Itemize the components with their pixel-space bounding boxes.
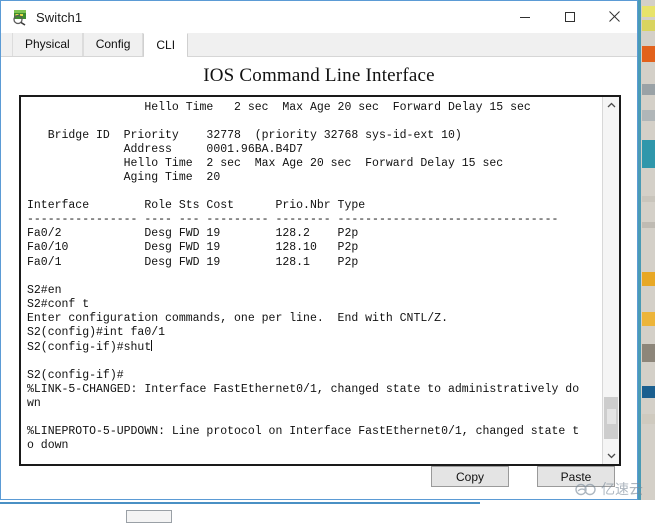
terminal-output[interactable]: Hello Time 2 sec Max Age 20 sec Forward … <box>21 97 602 464</box>
bg-icon-3 <box>642 46 655 62</box>
tab-cli[interactable]: CLI <box>143 33 189 57</box>
switch-cli-window: Switch1 Physical Config CLI IOS Command … <box>0 0 638 500</box>
terminal-text-after-cursor: S2(config-if)# %LINK-5-CHANGED: Interfac… <box>27 368 580 453</box>
terminal-text-before-cursor: Hello Time 2 sec Max Age 20 sec Forward … <box>27 101 559 354</box>
window-controls <box>502 1 637 33</box>
maximize-icon[interactable] <box>547 1 592 32</box>
scrollbar-thumb-highlight <box>607 409 616 424</box>
tab-config[interactable]: Config <box>82 33 144 56</box>
window-titlebar[interactable]: Switch1 <box>1 1 637 33</box>
bg-icon-13 <box>642 414 655 424</box>
tab-bar: Physical Config CLI <box>1 33 637 57</box>
terminal-scrollbar[interactable] <box>602 97 619 464</box>
tab-strip-filler <box>188 33 637 56</box>
bg-icon-2 <box>642 20 655 31</box>
watermark: 亿速云 <box>575 479 643 499</box>
window-bottom-accent <box>0 502 480 504</box>
bg-icon-1 <box>642 6 655 17</box>
switch-device-icon <box>11 8 29 26</box>
copy-button[interactable]: Copy <box>431 466 509 487</box>
bg-icon-6 <box>642 140 655 168</box>
bg-icon-12 <box>642 386 655 398</box>
bg-icon-11 <box>642 344 655 362</box>
minimize-icon[interactable] <box>502 1 547 32</box>
bg-icon-4 <box>642 84 655 95</box>
window-title: Switch1 <box>36 9 83 25</box>
page-title: IOS Command Line Interface <box>203 65 435 86</box>
chevron-down-icon[interactable] <box>603 447 619 464</box>
close-icon[interactable] <box>592 1 637 32</box>
bg-icon-7 <box>642 196 655 202</box>
cloud-icon <box>575 483 596 495</box>
taskbar-item[interactable] <box>126 510 172 523</box>
desktop-background: Switch1 Physical Config CLI IOS Command … <box>0 0 655 523</box>
tab-physical[interactable]: Physical <box>12 33 83 56</box>
watermark-text: 亿速云 <box>601 482 643 498</box>
window-body: IOS Command Line Interface Hello Time 2 … <box>1 57 637 499</box>
bg-icon-9 <box>642 272 655 286</box>
bg-icon-5 <box>642 110 655 121</box>
bg-icon-10 <box>642 312 655 326</box>
terminal-panel: Hello Time 2 sec Max Age 20 sec Forward … <box>19 95 621 466</box>
bottom-strip <box>0 500 655 523</box>
bg-app-rail <box>638 0 641 500</box>
scrollbar-thumb[interactable] <box>604 397 618 439</box>
bg-icon-8 <box>642 222 655 228</box>
text-cursor <box>151 339 153 351</box>
chevron-up-icon[interactable] <box>603 97 619 114</box>
